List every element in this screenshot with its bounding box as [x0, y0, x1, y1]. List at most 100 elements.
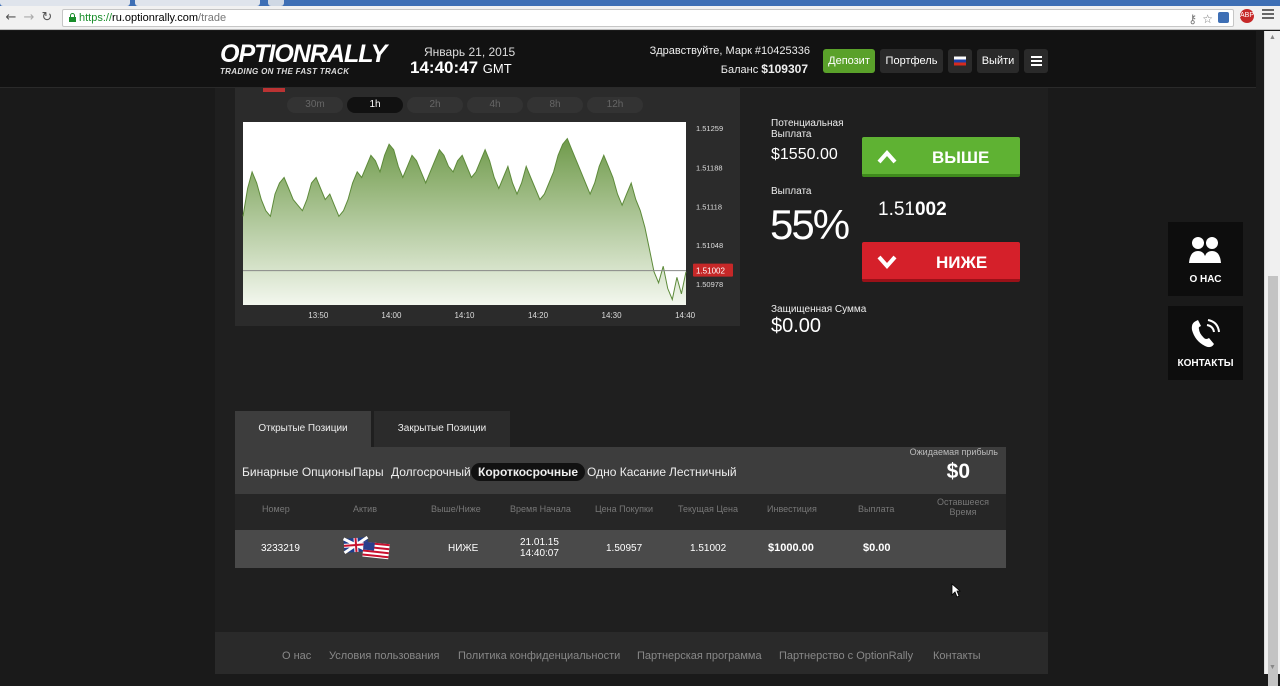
- url-text: https://ru.optionrally.com/trade: [79, 12, 227, 24]
- header-date: Январь 21, 2015: [424, 45, 516, 59]
- page-scrollbar[interactable]: ▲ ▼: [1264, 31, 1280, 686]
- y-tick-label: 1.51048: [696, 241, 723, 250]
- footer-link-privacy[interactable]: Политика конфиденциальности: [458, 650, 620, 662]
- protected-amount-value: $0.00: [771, 315, 822, 337]
- col-asset: Актив: [353, 504, 377, 514]
- chevron-up-icon: [877, 149, 897, 164]
- contacts-button[interactable]: КОНТАКТЫ: [1168, 306, 1243, 380]
- russia-flag-icon: [954, 56, 966, 66]
- hamburger-icon: [1024, 49, 1048, 66]
- col-number: Номер: [262, 504, 290, 514]
- filter-one-touch[interactable]: Одно Касание: [587, 465, 666, 479]
- back-icon[interactable]: ←: [4, 10, 18, 26]
- download-extension-icon[interactable]: [1218, 12, 1229, 23]
- mouse-cursor-icon: [951, 583, 961, 598]
- footer-link-terms[interactable]: Условия пользования: [329, 650, 439, 662]
- col-direction: Выше/Ниже: [431, 504, 481, 514]
- footer-link-partnership[interactable]: Партнерство с OptionRally: [779, 650, 913, 662]
- scroll-down-icon[interactable]: ▼: [1269, 664, 1276, 671]
- timeframe-tab-30m[interactable]: 30m: [287, 97, 343, 113]
- about-us-button[interactable]: О НАС: [1168, 222, 1243, 296]
- footer-link-affiliate[interactable]: Партнерская программа: [637, 650, 762, 662]
- timeframe-tab-12h[interactable]: 12h: [587, 97, 643, 113]
- filter-long-term[interactable]: Долгосрочный: [391, 465, 471, 479]
- address-bar[interactable]: https://ru.optionrally.com/trade ⚷ ☆: [62, 9, 1234, 27]
- col-current-price: Текущая Цена: [678, 504, 738, 514]
- timeframe-tab-4h[interactable]: 4h: [467, 97, 523, 113]
- browser-toolbar: ← → ↻ https://ru.optionrally.com/trade ⚷…: [0, 6, 1280, 30]
- timeframe-tab-8h[interactable]: 8h: [527, 97, 583, 113]
- potential-payout-value: $1550.00: [771, 146, 838, 163]
- position-investment: $1000.00: [768, 542, 814, 554]
- asset-flag-icon: [263, 88, 285, 92]
- filter-binary[interactable]: Бинарные Опционы: [242, 465, 353, 479]
- payout-percent: 55%: [770, 201, 850, 248]
- col-time-left: Оставшееся Время: [937, 497, 989, 517]
- lock-icon: [69, 13, 76, 22]
- position-buy-price: 1.50957: [606, 543, 643, 554]
- footer: О нас Условия пользования Политика конфи…: [215, 632, 1048, 674]
- filter-pairs[interactable]: Пары: [353, 465, 384, 479]
- position-current-price: 1.51002: [690, 543, 727, 554]
- position-start: 21.01.15 14:40:07: [520, 537, 559, 559]
- footer-link-about[interactable]: О нас: [282, 650, 311, 662]
- chart-panel: 30m 1h 2h 4h 8h 12h 1.51259 1.51188 1.51118 1.51…: [235, 88, 740, 326]
- x-tick-label: 14:20: [528, 311, 549, 320]
- footer-link-contacts[interactable]: Контакты: [933, 650, 981, 662]
- tab-open-positions[interactable]: Открытые Позиции: [235, 411, 371, 447]
- y-tick-label: 1.51259: [696, 124, 723, 133]
- positions-table-header: Номер Актив Выше/Ниже Время Начала Цена …: [235, 494, 1006, 530]
- scroll-up-icon[interactable]: ▲: [1269, 34, 1276, 41]
- logo[interactable]: OPTIONRALLY TRADING ON THE FAST TRACK: [220, 40, 387, 76]
- table-row[interactable]: 3233219 НИЖЕ 21.01.15 14:40:07 1.50957 1.…: [235, 530, 1006, 568]
- scrollbar-thumb[interactable]: [1268, 276, 1278, 686]
- menu-button[interactable]: [1024, 49, 1048, 73]
- key-icon[interactable]: ⚷: [1188, 11, 1197, 27]
- higher-button[interactable]: ВЫШЕ: [862, 137, 1020, 177]
- y-tick-label: 1.51188: [696, 163, 723, 172]
- x-tick-label: 14:40: [675, 311, 696, 320]
- portfolio-button[interactable]: Портфель: [880, 49, 943, 73]
- position-direction: НИЖЕ: [448, 543, 479, 554]
- position-payout: $0.00: [863, 542, 891, 554]
- x-tick-label: 14:30: [602, 311, 623, 320]
- forward-icon[interactable]: →: [22, 10, 36, 26]
- header-time: 14:40:47 GMT: [410, 58, 512, 77]
- col-payout: Выплата: [858, 504, 895, 514]
- col-investment: Инвестиция: [767, 504, 817, 514]
- position-filters: Бинарные Опционы Пары Долгосрочный Корот…: [235, 447, 1006, 494]
- y-tick-label: 1.51118: [696, 202, 722, 211]
- current-price: 1.51002: [878, 199, 947, 220]
- greeting: Здравствуйте, Марк #10425336: [649, 45, 810, 57]
- col-buy-price: Цена Покупки: [595, 504, 653, 514]
- chevron-down-icon: [877, 255, 897, 270]
- x-tick-label: 14:10: [454, 311, 475, 320]
- expected-profit-value: $0: [946, 460, 970, 483]
- y-tick-label: 1.50978: [696, 280, 723, 289]
- reload-icon[interactable]: ↻: [40, 10, 54, 26]
- phone-icon: [1191, 319, 1220, 348]
- star-icon[interactable]: ☆: [1202, 11, 1213, 27]
- timeframe-tab-1h[interactable]: 1h: [347, 97, 403, 113]
- col-start-time: Время Начала: [510, 504, 571, 514]
- logout-button[interactable]: Выйти: [977, 49, 1019, 73]
- gbp-usd-flags-icon: [343, 536, 390, 560]
- extension-badge-icon[interactable]: ABP: [1240, 9, 1254, 23]
- browser-menu-icon[interactable]: [1262, 9, 1274, 21]
- site-header: OPTIONRALLY TRADING ON THE FAST TRACK Ян…: [0, 31, 1256, 88]
- lower-button[interactable]: НИЖЕ: [862, 242, 1020, 282]
- deposit-button[interactable]: Депозит: [823, 49, 875, 73]
- filter-short-term[interactable]: Короткосрочные: [471, 463, 586, 481]
- language-button[interactable]: [948, 49, 972, 73]
- position-id: 3233219: [261, 543, 300, 554]
- filter-ladder[interactable]: Лестничный: [669, 465, 737, 479]
- expected-profit-label: Ожидаемая прибыль: [909, 447, 998, 457]
- timeframe-tab-2h[interactable]: 2h: [407, 97, 463, 113]
- protected-amount-label: Защищенная Сумма: [771, 304, 867, 315]
- tab-closed-positions[interactable]: Закрытые Позиции: [374, 411, 510, 447]
- current-price-tag-label: 1.51002: [696, 267, 725, 276]
- x-tick-label: 14:00: [381, 311, 402, 320]
- people-icon: [1189, 237, 1221, 263]
- trade-panel: 30m 1h 2h 4h 8h 12h 1.51259 1.51188 1.51118 1.51…: [215, 88, 1048, 632]
- balance: Баланс $109307: [720, 62, 808, 76]
